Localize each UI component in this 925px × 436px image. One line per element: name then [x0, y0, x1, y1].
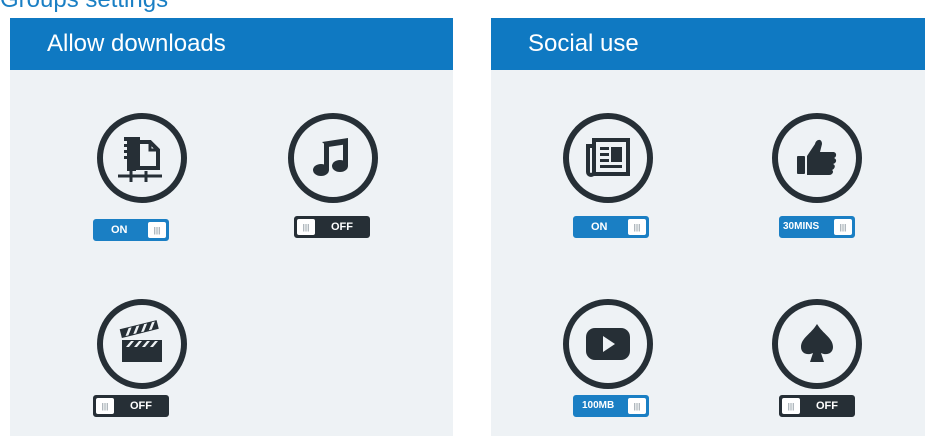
toggle-label: OFF: [331, 221, 353, 233]
toggle-label: ON: [591, 221, 608, 233]
newspaper-icon: [563, 113, 653, 203]
toggle-knob[interactable]: |||: [148, 222, 166, 238]
panel-title: Social use: [491, 18, 925, 70]
top-text-strip: Groups settings: [0, 0, 925, 12]
toggle-label: 30MINS: [783, 221, 820, 232]
games-tile: [762, 299, 872, 389]
toggle-knob[interactable]: |||: [628, 398, 646, 414]
music-download-tile: [278, 113, 388, 203]
toggle-knob[interactable]: |||: [297, 219, 315, 235]
file-download-tile: [87, 113, 197, 203]
spade-icon: [772, 299, 862, 389]
news-toggle[interactable]: ON |||: [573, 216, 649, 238]
toggle-knob[interactable]: |||: [782, 398, 800, 414]
toggle-label: ON: [111, 224, 128, 236]
video-download-toggle[interactable]: ||| OFF: [93, 395, 169, 417]
panel-title: Allow downloads: [10, 18, 453, 70]
play-button-icon: [563, 299, 653, 389]
social-use-panel: Social use ON ||| 30MINS ||| 100MB ||| |…: [491, 18, 925, 436]
toggle-knob[interactable]: |||: [834, 219, 852, 235]
toggle-label: 100MB: [582, 400, 615, 411]
video-streaming-toggle[interactable]: 100MB |||: [573, 395, 649, 417]
clapperboard-icon: [97, 299, 187, 389]
video-streaming-tile: [553, 299, 663, 389]
news-tile: [553, 113, 663, 203]
thumbs-up-icon: [772, 113, 862, 203]
allow-downloads-panel: Allow downloads ON ||| ||| OFF ||| OFF: [10, 18, 453, 436]
music-download-toggle[interactable]: ||| OFF: [294, 216, 370, 238]
toggle-knob[interactable]: |||: [96, 398, 114, 414]
top-text: Groups settings: [0, 0, 168, 12]
music-note-icon: [288, 113, 378, 203]
file-download-toggle[interactable]: ON |||: [93, 219, 169, 241]
social-likes-toggle[interactable]: 30MINS |||: [779, 216, 855, 238]
games-toggle[interactable]: ||| OFF: [779, 395, 855, 417]
social-likes-tile: [762, 113, 872, 203]
file-zip-icon: [97, 113, 187, 203]
toggle-knob[interactable]: |||: [628, 219, 646, 235]
video-download-tile: [87, 299, 197, 389]
toggle-label: OFF: [816, 400, 838, 412]
toggle-label: OFF: [130, 400, 152, 412]
